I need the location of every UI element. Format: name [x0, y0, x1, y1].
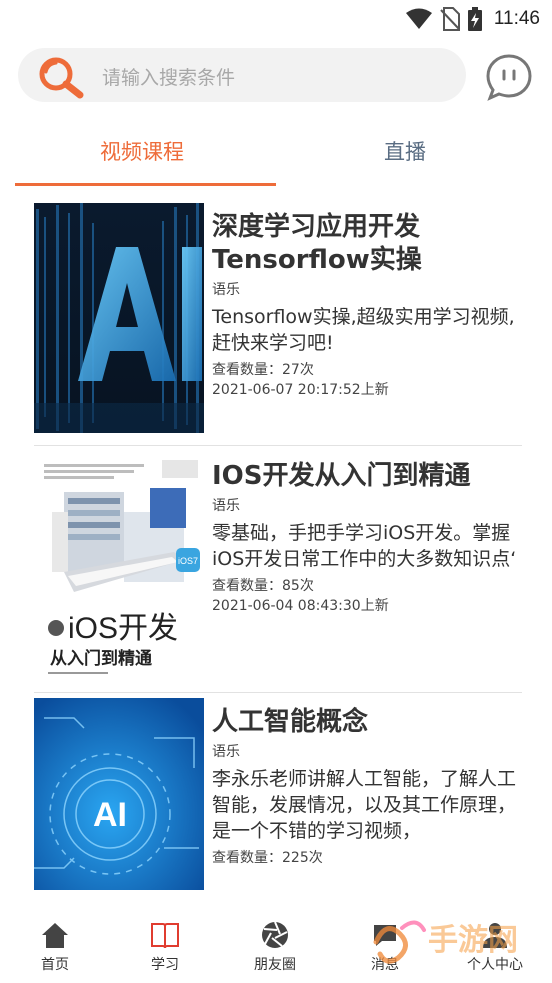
course-thumbnail: [34, 203, 204, 433]
status-icons: 11:46: [405, 7, 540, 31]
divider: [34, 445, 522, 446]
tab-video-courses[interactable]: 视频课程: [100, 136, 184, 166]
ios7-badge: iOS7: [178, 556, 198, 566]
ios-book-cover-image: iOS7 iOS开发 从入门到精通: [34, 452, 204, 682]
thumb-title: iOS开发: [68, 612, 178, 645]
active-tab-indicator: [15, 183, 276, 186]
course-view-count: 查看数量：225次: [212, 850, 323, 866]
course-item[interactable]: AI 人工智能概念 语乐 李永乐老师讲解人工智能，了解人工智能，发展情况，以及其…: [34, 698, 522, 892]
course-date: 2021-06-04 08:43:30上新: [212, 598, 389, 614]
course-item[interactable]: 深度学习应用开发Tensorflow实操 语乐 Tensorflow实操,超级实…: [34, 203, 522, 438]
course-view-count: 查看数量：85次: [212, 578, 314, 594]
course-description: Tensorflow实操,超级实用学习视频,赶快来学习吧!: [212, 306, 515, 354]
divider: [34, 692, 522, 693]
nav-label: 学习: [151, 957, 179, 973]
course-title: IOS开发从入门到精通: [212, 461, 471, 491]
wifi-icon: [405, 8, 432, 29]
chat-bubble-icon[interactable]: [484, 52, 534, 102]
aperture-icon: [262, 921, 288, 948]
course-title: 深度学习应用开发Tensorflow实操: [212, 212, 422, 275]
no-sim-icon: [440, 7, 460, 31]
course-item[interactable]: iOS7 iOS开发 从入门到精通 IOS开发从入门到精通 语乐 零基础，手把手…: [34, 452, 522, 684]
nav-home[interactable]: 首页: [10, 920, 100, 974]
course-info: IOS开发从入门到精通 语乐 零基础，手把手学习iOS开发。掌握iOS开发日常工…: [212, 460, 522, 616]
course-description: 零基础，手把手学习iOS开发。掌握iOS开发日常工作中的大多数知识点‘: [212, 522, 517, 570]
nav-study[interactable]: 学习: [120, 920, 210, 974]
course-thumbnail: iOS7 iOS开发 从入门到精通: [34, 452, 204, 682]
search-placeholder: 请输入搜索条件: [102, 67, 236, 89]
course-category: 语乐: [212, 498, 240, 514]
nav-label: 首页: [41, 957, 69, 973]
clock: 11:46: [493, 8, 540, 29]
ai-circuit-cover-image: AI: [34, 698, 204, 890]
search-icon: [39, 57, 84, 99]
watermark-logo: 手游网: [373, 920, 518, 964]
battery-charging-icon: [467, 7, 482, 31]
course-category: 语乐: [212, 282, 240, 298]
book-icon: [151, 923, 179, 949]
course-description: 李永乐老师讲解人工智能，了解人工智能，发展情况，以及其工作原理，是一个不错的学习…: [212, 768, 517, 842]
course-view-count: 查看数量：27次: [212, 362, 314, 378]
course-title: 人工智能概念: [212, 707, 369, 737]
status-bar: 11:46: [0, 0, 552, 40]
course-thumbnail: AI: [34, 698, 204, 890]
nav-label: 朋友圈: [254, 957, 296, 973]
ai-cover-image: [34, 203, 204, 433]
tab-live[interactable]: 直播: [384, 136, 426, 166]
nav-friends[interactable]: 朋友圈: [230, 920, 320, 974]
search-input[interactable]: 请输入搜索条件: [18, 48, 466, 102]
thumb-ai-text: AI: [93, 796, 127, 834]
watermark-text: 手游网: [428, 923, 518, 958]
course-date: 2021-06-07 20:17:52上新: [212, 382, 389, 398]
thumb-subtitle: 从入门到精通: [50, 648, 152, 669]
course-info: 深度学习应用开发Tensorflow实操 语乐 Tensorflow实操,超级实…: [212, 211, 522, 400]
course-category: 语乐: [212, 744, 240, 760]
course-info: 人工智能概念 语乐 李永乐老师讲解人工智能，了解人工智能，发展情况，以及其工作原…: [212, 706, 522, 868]
home-icon: [42, 923, 68, 948]
